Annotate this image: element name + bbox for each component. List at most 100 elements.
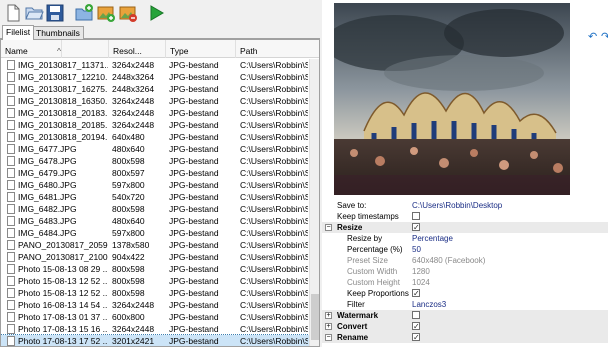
tab-filelist[interactable]: Filelist	[2, 25, 35, 40]
expand-icon[interactable]: +	[325, 323, 332, 330]
column-name[interactable]: Name	[1, 40, 109, 58]
filter-value[interactable]: Lanczos3	[412, 299, 446, 310]
table-row[interactable]: IMG_20130818_20183... 3264x2448 JPG-bestan…	[1, 107, 309, 119]
table-row[interactable]: IMG_6480.JPG 597x800 JPG-bestand C:\Users\R…	[1, 179, 309, 191]
column-type[interactable]: Type	[166, 40, 236, 58]
group-convert[interactable]: + Convert ✓	[322, 321, 608, 332]
file-name-cell: IMG_6478.JPG	[18, 156, 77, 166]
table-row[interactable]: Photo 15-08-13 12 52 ... 800x598 JPG-besta…	[1, 275, 309, 287]
table-row[interactable]: IMG_20130818_20194... 640x480 JPG-bestand C…	[1, 131, 309, 143]
table-row[interactable]: IMG_20130818_16350... 3264x2448 JPG-bestan…	[1, 95, 309, 107]
file-name-cell: Photo 17-08-13 01 37 ...	[18, 312, 108, 322]
file-icon	[7, 72, 15, 82]
file-name-cell: IMG_6480.JPG	[18, 180, 77, 190]
image-preview	[334, 3, 570, 195]
setting-resize-by: Resize by Percentage	[347, 233, 453, 244]
resolution-cell: 597x800	[112, 228, 145, 238]
setting-custom-height: Custom Height 1024	[347, 277, 430, 288]
table-row[interactable]: IMG_6483.JPG 480x640 JPG-bestand C:\Users\R…	[1, 215, 309, 227]
path-cell: C:\Users\Robbin\Sk	[240, 312, 308, 322]
tab-thumbnails[interactable]: Thumbnails	[32, 26, 84, 39]
table-row[interactable]: IMG_20130817_11371... 3264x2448 JPG-bestan…	[1, 59, 309, 71]
file-icon	[7, 168, 15, 178]
image-add-icon[interactable]	[96, 3, 116, 23]
path-cell: C:\Users\Robbin\Sk	[240, 228, 308, 238]
path-cell: C:\Users\Robbin\Sk	[240, 72, 308, 82]
file-icon	[7, 312, 15, 322]
type-cell: JPG-bestand	[169, 204, 219, 214]
table-row[interactable]: Photo 17-08-13 01 37 ... 600x800 JPG-besta…	[1, 311, 309, 323]
keep-proportions-checkbox[interactable]: ✓	[412, 289, 420, 298]
image-remove-icon[interactable]	[118, 3, 138, 23]
column-path[interactable]: Path	[236, 40, 319, 58]
resolution-cell: 3264x2448	[112, 60, 155, 70]
path-cell: C:\Users\Robbin\Sk	[240, 240, 308, 250]
table-row[interactable]: Photo 17-08-13 17 52 ... 3201x2421 JPG-bes…	[1, 334, 310, 346]
collapse-icon[interactable]: −	[325, 224, 332, 231]
table-row[interactable]: IMG_6484.JPG 597x800 JPG-bestand C:\Users\R…	[1, 227, 309, 239]
resolution-cell: 1378x580	[112, 240, 150, 250]
custom-width-value[interactable]: 1280	[412, 266, 430, 277]
file-icon	[7, 120, 15, 130]
redo-icon[interactable]: ↷	[601, 30, 608, 43]
percentage-value[interactable]: 50	[412, 244, 421, 255]
table-row[interactable]: PANO_20130817_2100... 904x422 JPG-bestand C…	[1, 251, 309, 263]
file-name-cell: Photo 17-08-13 15 16 ...	[18, 324, 108, 334]
file-list-scrollbar[interactable]	[309, 59, 319, 346]
group-resize[interactable]: − Resize ✓	[322, 222, 608, 233]
resize-by-value[interactable]: Percentage	[412, 233, 453, 244]
path-cell: C:\Users\Robbin\Sk	[240, 144, 308, 154]
path-cell: C:\Users\Robbin\Sk	[240, 288, 308, 298]
file-icon	[7, 228, 15, 238]
table-row[interactable]: IMG_6481.JPG 540x720 JPG-bestand C:\Users\R…	[1, 191, 309, 203]
open-folder-icon[interactable]	[24, 3, 44, 23]
file-icon	[7, 276, 15, 286]
type-cell: JPG-bestand	[169, 60, 219, 70]
table-row[interactable]: IMG_6479.JPG 800x597 JPG-bestand C:\Users\R…	[1, 167, 309, 179]
group-watermark[interactable]: + Watermark	[322, 310, 608, 321]
table-row[interactable]: PANO_20130817_2059... 1378x580 JPG-bestand…	[1, 239, 309, 251]
custom-height-value[interactable]: 1024	[412, 277, 430, 288]
table-row[interactable]: Photo 16-08-13 14 54 ... 3264x2448 JPG-bes…	[1, 299, 309, 311]
type-cell: JPG-bestand	[169, 216, 219, 226]
add-folder-icon[interactable]	[74, 3, 94, 23]
collapse-icon[interactable]: −	[325, 334, 332, 341]
group-rename[interactable]: − Rename ✓	[322, 332, 608, 343]
table-row[interactable]: Photo 15-08-13 08 29 ... 800x598 JPG-besta…	[1, 263, 309, 275]
table-row[interactable]: IMG_6478.JPG 800x598 JPG-bestand C:\Users\R…	[1, 155, 309, 167]
table-row[interactable]: Photo 17-08-13 15 16 ... 3264x2448 JPG-bes…	[1, 323, 309, 335]
expand-icon[interactable]: +	[325, 312, 332, 319]
file-icon	[7, 144, 15, 154]
type-cell: JPG-bestand	[169, 108, 219, 118]
table-row[interactable]: IMG_6477.JPG 480x640 JPG-bestand C:\Users\R…	[1, 143, 309, 155]
table-row[interactable]: IMG_20130817_16275... 2448x3264 JPG-bestan…	[1, 83, 309, 95]
file-name-cell: IMG_6482.JPG	[18, 204, 77, 214]
resolution-cell: 800x598	[112, 156, 145, 166]
table-row[interactable]: IMG_6482.JPG 800x598 JPG-bestand C:\Users\R…	[1, 203, 309, 215]
watermark-checkbox[interactable]	[412, 311, 420, 319]
new-icon[interactable]	[3, 3, 23, 23]
table-row[interactable]: IMG_20130817_12210... 2448x3264 JPG-bestan…	[1, 71, 309, 83]
type-cell: JPG-bestand	[169, 252, 219, 262]
setting-keep-proportions: Keep Proportions ✓	[347, 289, 420, 298]
file-icon	[7, 264, 15, 274]
table-row[interactable]: Photo 15-08-13 12 52 ... 800x598 JPG-besta…	[1, 287, 309, 299]
file-name-cell: IMG_6479.JPG	[18, 168, 77, 178]
run-icon[interactable]	[146, 3, 166, 23]
scrollbar-thumb[interactable]	[311, 294, 319, 340]
resize-checkbox[interactable]: ✓	[412, 223, 420, 232]
file-icon	[7, 240, 15, 250]
table-row[interactable]: IMG_20130818_20185... 3264x2448 JPG-bestan…	[1, 119, 309, 131]
column-resolution[interactable]: Resol...	[109, 40, 166, 58]
path-cell: C:\Users\Robbin\Sk	[240, 324, 308, 334]
rename-checkbox[interactable]: ✓	[412, 333, 420, 342]
preset-size-value[interactable]: 640x480 (Facebook)	[412, 255, 485, 266]
save-to-value[interactable]: C:\Users\Robbin\Desktop	[412, 200, 502, 211]
file-icon	[7, 96, 15, 106]
convert-checkbox[interactable]: ✓	[412, 322, 420, 331]
undo-icon[interactable]: ↶	[588, 30, 597, 43]
type-cell: JPG-bestand	[169, 312, 219, 322]
path-cell: C:\Users\Robbin\Sk	[240, 204, 308, 214]
keep-timestamps-checkbox[interactable]	[412, 212, 420, 220]
save-icon[interactable]	[45, 3, 65, 23]
